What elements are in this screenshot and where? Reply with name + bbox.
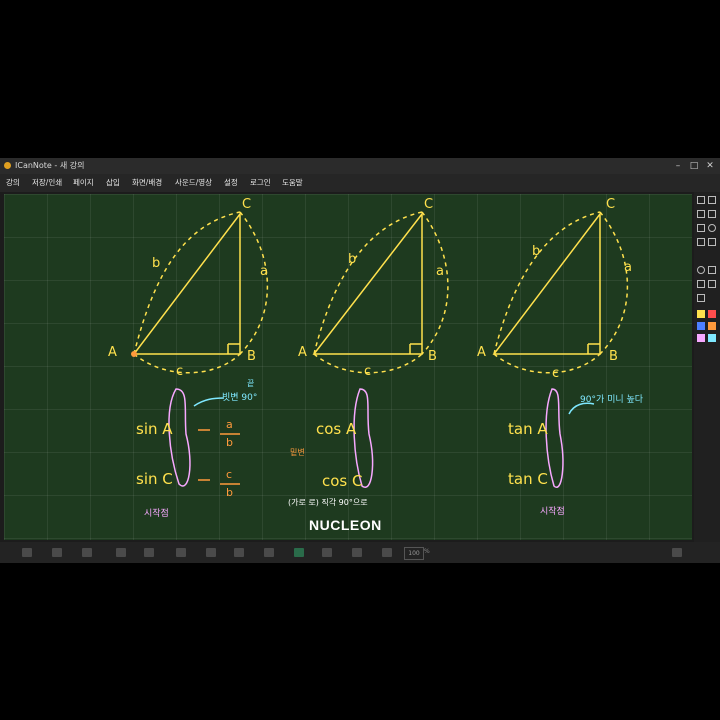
nucleon-watermark: NUCLEON	[309, 517, 382, 533]
close-icon[interactable]: ✕	[702, 158, 718, 174]
menu-item-page[interactable]: 페이지	[73, 174, 94, 192]
redo-icon[interactable]	[82, 548, 92, 557]
maximize-icon[interactable]: □	[686, 158, 702, 174]
menu-bar: 강의 저장/인쇄 페이지 삽입 화면/배경 사운드/영상 설정 로그인 도움말	[0, 174, 720, 192]
vertex-c-2: C	[424, 197, 434, 212]
next-page-icon[interactable]	[144, 548, 154, 557]
triangle-tool-icon[interactable]	[708, 238, 716, 246]
page-view-icon[interactable]	[22, 548, 32, 557]
sin-a-text: sin A	[136, 420, 173, 438]
frac-a-den: b	[226, 436, 233, 449]
color-red-swatch[interactable]	[708, 310, 716, 318]
zoom-percent-label: %	[424, 548, 430, 555]
cos-a-text: cos A	[316, 420, 357, 438]
equals-signs	[198, 429, 210, 481]
zoom-input[interactable]: 100	[404, 547, 424, 560]
shape-tool-icon[interactable]	[697, 238, 705, 246]
board-color-icon[interactable]	[294, 548, 304, 557]
side-b-1: b	[152, 256, 161, 271]
vertex-c-1: C	[242, 197, 252, 212]
sin-note-arrow	[193, 397, 225, 407]
eraser-tool-icon[interactable]	[697, 280, 705, 288]
menu-item-save-print[interactable]: 저장/인쇄	[32, 174, 62, 192]
frac-a-num: a	[226, 418, 233, 431]
frac-c-num: c	[226, 468, 233, 481]
cos-bottom-note: (가로 로) 직각 90°으로	[288, 498, 368, 507]
color-blue-swatch[interactable]	[697, 322, 705, 330]
menu-item-lecture[interactable]: 강의	[6, 174, 20, 192]
text-tool-icon[interactable]	[697, 294, 705, 302]
line-tool-icon[interactable]	[697, 210, 705, 218]
window-controls: – □ ✕	[670, 158, 718, 174]
rect-tool-icon[interactable]	[697, 224, 705, 232]
info-icon[interactable]	[382, 548, 392, 557]
prev-page-icon[interactable]	[116, 548, 126, 557]
color-yellow-swatch[interactable]	[697, 310, 705, 318]
side-a-1: a	[260, 264, 268, 279]
tool-palette	[694, 192, 720, 542]
tan-c-text: tan C	[508, 470, 548, 488]
undo-icon[interactable]	[52, 548, 62, 557]
dash-line-icon[interactable]	[708, 210, 716, 218]
delete-icon[interactable]	[264, 548, 274, 557]
cos-c-text: cos C	[322, 472, 363, 490]
vertex-b-2: B	[428, 349, 437, 364]
sin-ref-note: 빗변 90°	[222, 393, 258, 403]
pointer-tool-icon[interactable]	[697, 196, 705, 204]
menu-item-settings[interactable]: 설정	[224, 174, 238, 192]
zoom-out-icon[interactable]	[352, 548, 362, 557]
bottom-toolbar: 100 %	[0, 542, 720, 563]
download-icon[interactable]	[672, 548, 682, 557]
sin-c-text: sin C	[136, 470, 173, 488]
menu-item-help[interactable]: 도움말	[282, 174, 303, 192]
tan-a-text: tan A	[508, 420, 548, 438]
color-cyan-swatch[interactable]	[708, 334, 716, 342]
side-c-2: c	[364, 364, 372, 379]
side-a-3: a	[624, 260, 632, 275]
ellipse-tool-icon[interactable]	[708, 224, 716, 232]
color-orange-swatch[interactable]	[708, 322, 716, 330]
cos-side-note: 밑변	[290, 448, 305, 457]
start-point-marker	[131, 351, 137, 357]
sin-bottom-note: 시작점	[144, 509, 169, 519]
side-b-3: b	[532, 244, 541, 259]
sin-above-note: 끝	[247, 379, 255, 388]
paste-icon[interactable]	[206, 548, 216, 557]
triangle-tan	[492, 211, 629, 374]
side-b-2: b	[348, 252, 357, 267]
polygon-tool-icon[interactable]	[708, 266, 716, 274]
side-c-1: c	[176, 364, 184, 379]
circle-tool-icon[interactable]	[697, 266, 705, 274]
side-a-2: a	[436, 264, 444, 279]
chalkboard-canvas[interactable]: A B C b a c A B C b a c A B C b a c sin …	[4, 194, 692, 540]
copy-icon[interactable]	[176, 548, 186, 557]
vertex-b-1: B	[247, 349, 256, 364]
title-bar: ICanNote - 새 강의 – □ ✕	[0, 158, 720, 174]
vertex-b-3: B	[609, 349, 618, 364]
grid-icon[interactable]	[322, 548, 332, 557]
menu-item-screen-background[interactable]: 화면/배경	[132, 174, 162, 192]
vertex-a-1: A	[108, 345, 117, 360]
tan-note: 90°가 미니 높다	[580, 395, 644, 405]
brush-tool-icon[interactable]	[708, 280, 716, 288]
tan-bottom-note: 시작점	[540, 507, 565, 517]
tan-bracket	[545, 388, 564, 489]
pen-tool-icon[interactable]	[708, 196, 716, 204]
vertex-a-2: A	[298, 345, 307, 360]
menu-item-sound-video[interactable]: 사운드/영상	[175, 174, 212, 192]
vertex-a-3: A	[477, 345, 486, 360]
vertex-c-3: C	[606, 197, 616, 212]
menu-item-login[interactable]: 로그인	[250, 174, 271, 192]
select-icon[interactable]	[234, 548, 244, 557]
color-pink-swatch[interactable]	[697, 334, 705, 342]
minimize-icon[interactable]: –	[670, 158, 686, 174]
menu-item-insert[interactable]: 삽입	[106, 174, 120, 192]
app-icon	[4, 162, 11, 169]
app-window: ICanNote - 새 강의 – □ ✕ 강의 저장/인쇄 페이지 삽입 화면…	[0, 158, 720, 563]
side-c-3: c	[552, 366, 560, 381]
window-title: ICanNote - 새 강의	[15, 161, 85, 170]
frac-c-den: b	[226, 486, 233, 499]
